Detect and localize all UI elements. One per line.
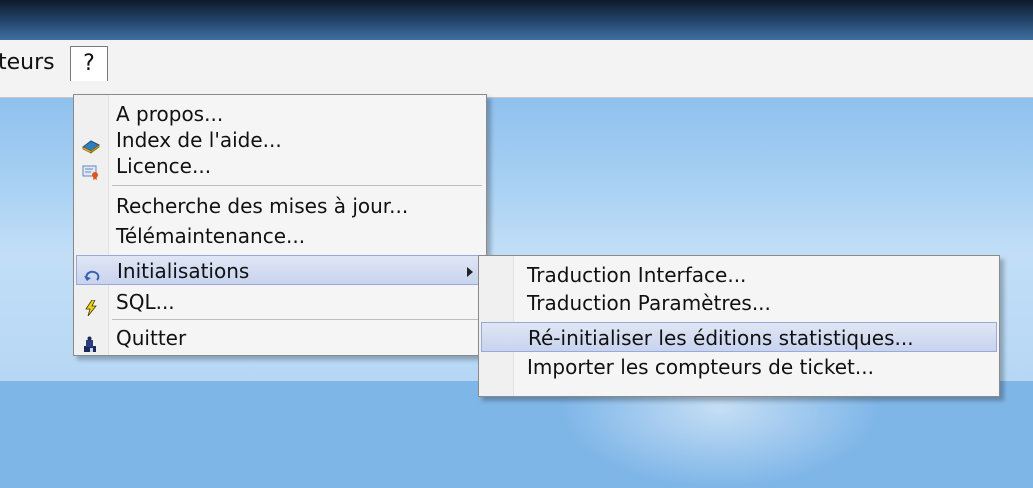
submenu-item-translate-parameters[interactable]: Traduction Paramètres... xyxy=(481,288,997,318)
menu-item-label: Ré-initialiser les éditions statistiques… xyxy=(528,326,914,350)
menu-item-label: Traduction Paramètres... xyxy=(527,291,771,315)
menu-separator xyxy=(112,185,482,186)
menu-item-quit[interactable]: Quitter xyxy=(76,323,484,353)
menu-separator xyxy=(112,319,482,320)
certificate-icon xyxy=(82,158,100,180)
initialisations-submenu: Traduction Interface... Traduction Param… xyxy=(478,255,1000,397)
menubar-item-compteurs[interactable]: teurs xyxy=(0,46,59,80)
submenu-arrow-icon xyxy=(467,267,473,277)
menu-item-label: Initialisations xyxy=(117,259,250,283)
submenu-item-import-ticket-counters[interactable]: Importer les compteurs de ticket... xyxy=(481,352,997,382)
undo-arrow-icon xyxy=(83,263,101,281)
lightning-icon xyxy=(82,294,100,317)
exit-door-icon xyxy=(82,330,100,352)
window-title-bar xyxy=(0,0,1033,40)
menu-item-check-updates[interactable]: Recherche des mises à jour... xyxy=(76,191,484,221)
menu-item-label: Traduction Interface... xyxy=(527,263,747,287)
help-book-icon xyxy=(82,132,100,154)
menu-item-label: Licence... xyxy=(116,154,212,178)
menu-item-label: Recherche des mises à jour... xyxy=(116,194,409,218)
menubar-item-help[interactable]: ? xyxy=(70,46,108,81)
menu-item-licence[interactable]: Licence... xyxy=(76,151,484,181)
help-menu: A propos... Index de l'aide... Licence..… xyxy=(73,94,487,356)
menu-item-remote-maintenance[interactable]: Télémaintenance... xyxy=(76,221,484,251)
menu-item-label: Quitter xyxy=(116,326,187,350)
submenu-item-translate-interface[interactable]: Traduction Interface... xyxy=(481,260,997,290)
menu-item-sql[interactable]: SQL... xyxy=(76,287,484,317)
menu-item-initialisations[interactable]: Initialisations xyxy=(76,255,484,285)
menu-item-label: SQL... xyxy=(116,290,175,314)
menu-item-label: Télémaintenance... xyxy=(116,224,306,248)
menu-bar: teurs ? xyxy=(0,40,1033,98)
submenu-item-reset-statistics[interactable]: Ré-initialiser les éditions statistiques… xyxy=(481,322,997,352)
menu-item-label: Importer les compteurs de ticket... xyxy=(527,355,874,379)
